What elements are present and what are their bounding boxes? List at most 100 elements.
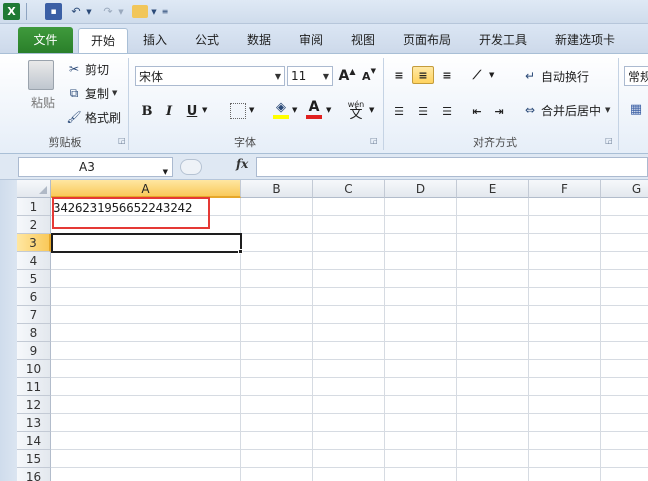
row-header-12[interactable]: 12 <box>17 396 51 414</box>
merge-center-button[interactable]: ⇔ 合并后居中 ▼ <box>522 100 610 120</box>
paste-button[interactable]: 粘贴 <box>27 94 59 110</box>
formula-bar-grip-icon[interactable] <box>180 159 202 175</box>
align-bottom-icon[interactable]: ≡ <box>438 66 456 84</box>
wrap-text-button[interactable]: ↵ 自动换行 <box>522 66 589 86</box>
fill-color-button[interactable]: ◈ <box>272 100 290 122</box>
tab-insert[interactable]: 插入 <box>133 28 177 53</box>
row-header-6[interactable]: 6 <box>17 288 51 306</box>
orientation-dropdown-icon[interactable]: ▼ <box>489 71 494 79</box>
font-size-select[interactable]: 11 ▼ <box>287 66 333 86</box>
save-icon[interactable]: ▪ <box>45 3 62 20</box>
tab-developer[interactable]: 开发工具 <box>469 28 537 53</box>
phonetic-button[interactable]: wén 文 <box>346 100 366 122</box>
redo-dropdown-icon[interactable]: ▼ <box>117 3 125 20</box>
column-header-f[interactable]: F <box>529 180 601 198</box>
orientation-icon[interactable]: ⟋ <box>468 66 486 84</box>
row-header-4[interactable]: 4 <box>17 252 51 270</box>
insert-function-button[interactable]: fx <box>236 157 248 171</box>
bold-button[interactable]: B <box>138 102 156 120</box>
selected-cell-a3[interactable] <box>51 233 242 253</box>
phonetic-dropdown-icon[interactable]: ▼ <box>369 106 374 114</box>
grow-font-icon[interactable]: A ▲ <box>338 67 356 85</box>
font-name-value: 宋体 <box>139 69 164 84</box>
align-right-icon[interactable]: ☰ <box>438 102 456 120</box>
tab-new-tab[interactable]: 新建选项卡 <box>545 28 625 53</box>
chevron-down-icon: ▼ <box>112 89 118 97</box>
row-header-8[interactable]: 8 <box>17 324 51 342</box>
number-format-select[interactable]: 常规 <box>624 66 648 86</box>
underline-dropdown-icon[interactable]: ▼ <box>202 106 207 114</box>
font-launcher-icon[interactable]: ◲ <box>370 136 378 145</box>
align-left-icon[interactable]: ☰ <box>390 102 408 120</box>
column-header-e[interactable]: E <box>457 180 529 198</box>
name-box[interactable]: A3 ▼ <box>18 157 173 177</box>
alignment-launcher-icon[interactable]: ◲ <box>605 136 613 145</box>
row-header-9[interactable]: 9 <box>17 342 51 360</box>
column-header-b[interactable]: B <box>241 180 313 198</box>
redo-icon[interactable]: ↷ <box>100 3 116 20</box>
tab-file[interactable]: 文件 <box>18 27 73 53</box>
borders-dropdown-icon[interactable]: ▼ <box>249 106 254 114</box>
ribbon-tabs: 文件 开始 插入 公式 数据 审阅 视图 页面布局 开发工具 新建选项卡 <box>0 24 648 53</box>
align-top-icon[interactable]: ≡ <box>390 66 408 84</box>
chevron-down-icon: ▼ <box>605 106 611 114</box>
font-color-button[interactable]: A <box>305 99 323 123</box>
gridline <box>51 431 648 432</box>
row-header-14[interactable]: 14 <box>17 432 51 450</box>
worksheet-grid[interactable]: A B C D E F G 1 2 3 4 5 6 7 8 9 10 11 12… <box>17 180 648 481</box>
tab-view[interactable]: 视图 <box>341 28 385 53</box>
currency-icon[interactable]: ▦ <box>626 100 646 118</box>
column-header-g[interactable]: G <box>601 180 648 198</box>
tab-home[interactable]: 开始 <box>78 28 128 53</box>
font-name-select[interactable]: 宋体 ▼ <box>135 66 285 86</box>
row-header-10[interactable]: 10 <box>17 360 51 378</box>
format-painter-button[interactable]: 🖌 格式刷 <box>66 108 121 126</box>
row-header-13[interactable]: 13 <box>17 414 51 432</box>
row-header-7[interactable]: 7 <box>17 306 51 324</box>
row-header-2[interactable]: 2 <box>17 216 51 234</box>
paste-icon[interactable] <box>28 60 54 90</box>
brush-icon: 🖌 <box>66 110 82 124</box>
row-header-16[interactable]: 16 <box>17 468 51 481</box>
fill-handle[interactable] <box>238 249 243 254</box>
formula-input[interactable] <box>256 157 648 177</box>
align-center-icon[interactable]: ☰ <box>414 102 432 120</box>
excel-icon[interactable]: X <box>3 3 20 20</box>
copy-icon: ⧉ <box>69 85 79 100</box>
open-folder-icon[interactable] <box>132 5 148 18</box>
column-header-c[interactable]: C <box>313 180 385 198</box>
clipboard-launcher-icon[interactable]: ◲ <box>118 136 126 145</box>
open-dropdown-icon[interactable]: ▼ <box>150 3 158 20</box>
increase-indent-icon[interactable]: ⇥ <box>490 102 508 120</box>
shrink-font-icon[interactable]: A ▼ <box>360 67 378 85</box>
column-header-d[interactable]: D <box>385 180 457 198</box>
divider <box>128 58 129 150</box>
row-header-5[interactable]: 5 <box>17 270 51 288</box>
row-header-1[interactable]: 1 <box>17 198 51 216</box>
borders-icon[interactable] <box>230 103 246 119</box>
decrease-indent-icon[interactable]: ⇤ <box>468 102 486 120</box>
customize-qat-icon[interactable]: ≡ <box>160 3 170 20</box>
row-header-11[interactable]: 11 <box>17 378 51 396</box>
row-header-3[interactable]: 3 <box>17 234 51 252</box>
copy-label: 复制 <box>85 86 110 101</box>
tab-formulas[interactable]: 公式 <box>185 28 229 53</box>
copy-button[interactable]: ⧉ 复制 ▼ <box>66 84 118 102</box>
gridline <box>528 198 529 481</box>
fill-dropdown-icon[interactable]: ▼ <box>292 106 297 114</box>
font-color-dropdown-icon[interactable]: ▼ <box>326 106 331 114</box>
paint-bucket-icon: ◈ <box>276 100 286 115</box>
italic-button[interactable]: I <box>160 102 178 120</box>
phonetic-glyph-icon: 文 <box>349 107 363 122</box>
formula-bar: A3 ▼ fx <box>0 154 648 180</box>
tab-data[interactable]: 数据 <box>237 28 281 53</box>
underline-button[interactable]: U <box>183 102 201 120</box>
column-header-a[interactable]: A <box>51 180 241 198</box>
undo-dropdown-icon[interactable]: ▼ <box>85 3 93 20</box>
undo-icon[interactable]: ↶ <box>68 3 84 20</box>
tab-review[interactable]: 审阅 <box>289 28 333 53</box>
align-middle-icon[interactable]: ≡ <box>412 66 434 84</box>
cut-button[interactable]: ✂ 剪切 <box>66 60 109 78</box>
tab-page-layout[interactable]: 页面布局 <box>393 28 461 53</box>
row-header-15[interactable]: 15 <box>17 450 51 468</box>
